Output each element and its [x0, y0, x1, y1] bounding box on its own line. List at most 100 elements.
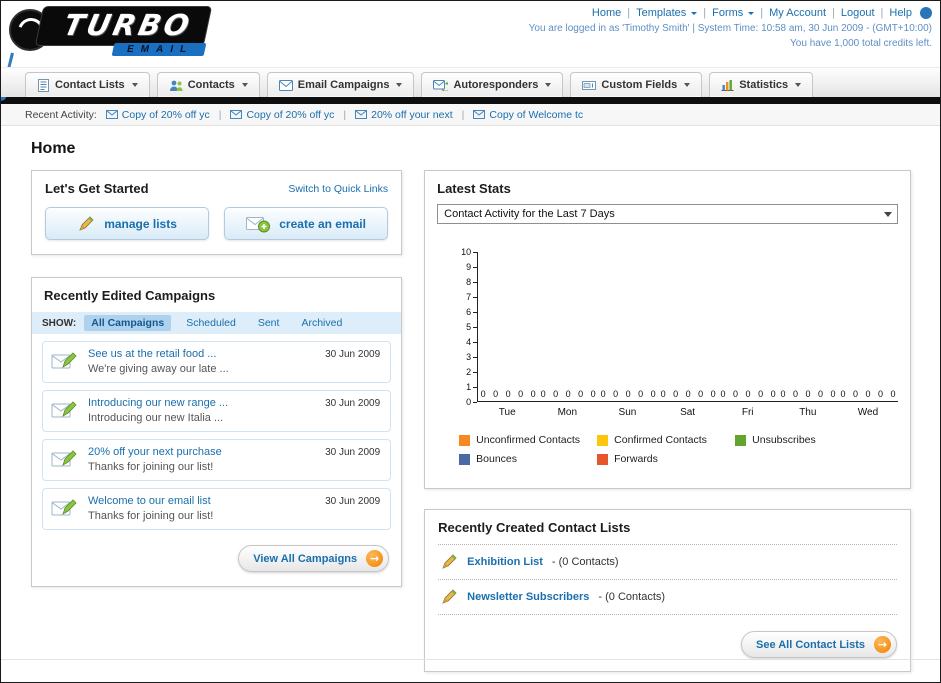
contact-list-count: - (0 Contacts)	[551, 556, 619, 568]
legend-item: Unconfirmed Contacts	[459, 434, 597, 446]
recent-activity-item[interactable]: 20% off your next	[355, 109, 453, 121]
x-tick-label: Tue	[498, 407, 516, 418]
create-email-button[interactable]: create an email	[224, 207, 389, 240]
tab-label: Statistics	[739, 79, 789, 91]
email-campaigns-icon	[278, 79, 293, 91]
header-links: Home | Templates | Forms | My Account | …	[529, 7, 932, 19]
header: TURBO EMAIL Home | Templates | Forms | M…	[1, 1, 940, 95]
bar-group-values: 0 0 0 0 0	[540, 389, 596, 399]
chevron-down-icon	[795, 83, 802, 87]
tab-label: Email Campaigns	[297, 79, 390, 91]
help-badge-icon[interactable]	[920, 7, 932, 19]
arrow-right-icon: →	[874, 636, 891, 653]
campaign-row[interactable]: See us at the retail food ... We're givi…	[42, 341, 392, 383]
recent-activity-bar: Recent Activity: Copy of 20% off yc | Co…	[1, 104, 940, 126]
tab-label: Custom Fields	[601, 79, 678, 91]
campaign-row[interactable]: Introducing our new range ... Introducin…	[42, 390, 392, 432]
switch-quick-links-link[interactable]: Switch to Quick Links	[288, 183, 388, 195]
contact-list-row[interactable]: Exhibition List - (0 Contacts)	[438, 545, 897, 580]
filter-scheduled[interactable]: Scheduled	[179, 315, 243, 331]
see-all-contact-lists-button[interactable]: See All Contact Lists →	[740, 631, 897, 658]
campaign-row[interactable]: Welcome to our email list Thanks for joi…	[42, 488, 392, 530]
get-started-panel: Let's Get Started Switch to Quick Links …	[31, 170, 403, 255]
link-my-account[interactable]: My Account	[769, 7, 826, 19]
campaign-date: 30 Jun 2009	[325, 496, 381, 507]
link-home[interactable]: Home	[592, 7, 621, 19]
link-templates-label: Templates	[636, 7, 687, 19]
tab-autoresponders[interactable]: Autoresponders	[421, 72, 564, 97]
recent-campaigns-title: Recently Edited Campaigns	[44, 288, 216, 303]
x-tick-label: Fri	[741, 407, 754, 418]
chevron-down-icon	[884, 211, 892, 217]
bar-group-values: 0 0 0 0 0	[660, 389, 716, 399]
campaign-edit-icon	[51, 450, 77, 467]
app-logo[interactable]: TURBO EMAIL	[1, 3, 259, 95]
logo-text: TURBO	[60, 8, 196, 42]
divider: |	[343, 108, 347, 121]
bar-group-values: 0 0 0 0 0	[720, 389, 776, 399]
chevron-down-icon	[131, 83, 138, 87]
recent-activity-item[interactable]: Copy of 20% off yc	[105, 109, 210, 121]
link-forms[interactable]: Forms	[712, 7, 755, 19]
divider: |	[218, 108, 222, 121]
campaign-filter-bar: SHOW: All Campaigns Scheduled Sent Archi…	[32, 312, 402, 334]
logo-subtext: EMAIL	[111, 43, 207, 56]
tab-statistics[interactable]: Statistics	[709, 72, 814, 97]
divider: |	[880, 7, 884, 19]
latest-stats-title: Latest Stats	[437, 181, 511, 196]
pencil-icon	[442, 554, 457, 569]
view-all-campaigns-label: View All Campaigns	[253, 552, 358, 565]
filter-sent[interactable]: Sent	[251, 315, 287, 331]
campaign-title: See us at the retail food ...	[88, 348, 217, 360]
tab-contact-lists[interactable]: Contact Lists	[25, 72, 150, 97]
legend-label: Forwards	[614, 453, 658, 465]
link-logout[interactable]: Logout	[841, 7, 875, 19]
filter-archived[interactable]: Archived	[294, 315, 349, 331]
legend-label: Unconfirmed Contacts	[476, 434, 581, 446]
tab-contacts[interactable]: Contacts	[156, 72, 260, 97]
chevron-down-icon	[241, 83, 248, 87]
chart-zeros-row: 0 0 0 0 0 0 0 0 0 0 0 0 0 0 0 0 0 0 0 0 0 0 …	[478, 389, 898, 399]
tab-label: Autoresponders	[453, 79, 539, 91]
contact-lists-icon	[38, 78, 49, 92]
campaign-row[interactable]: 20% off your next purchase Thanks for jo…	[42, 439, 392, 481]
campaign-title: Introducing our new range ...	[88, 397, 229, 409]
campaign-subtitle: We're giving away our late ...	[88, 363, 229, 375]
chevron-down-icon	[396, 83, 403, 87]
view-all-campaigns-button[interactable]: View All Campaigns →	[238, 545, 390, 572]
recent-campaigns-panel: Recently Edited Campaigns SHOW: All Camp…	[31, 277, 403, 587]
custom-fields-icon	[582, 80, 597, 90]
filter-all-campaigns[interactable]: All Campaigns	[84, 315, 172, 331]
recent-activity-item[interactable]: Copy of Welcome tc	[473, 109, 583, 121]
link-forms-label: Forms	[712, 7, 744, 19]
divider: |	[461, 108, 465, 121]
manage-lists-button[interactable]: manage lists	[45, 207, 210, 240]
chart-days-row: Tue Mon Sun Sat Fri Thu Wed	[477, 402, 898, 418]
tab-email-campaigns[interactable]: Email Campaigns	[266, 72, 415, 97]
bar-group-values: 0 0 0 0 0	[600, 389, 656, 399]
email-icon	[230, 110, 243, 119]
campaign-edit-icon	[51, 352, 77, 369]
chevron-down-icon	[748, 11, 755, 15]
link-help[interactable]: Help	[889, 7, 912, 19]
link-templates[interactable]: Templates	[636, 7, 698, 19]
recent-activity-item[interactable]: Copy of 20% off yc	[230, 109, 334, 121]
chevron-down-icon	[684, 83, 691, 87]
legend-swatch	[597, 434, 609, 446]
legend-item: Unsubscribes	[735, 434, 873, 446]
legend-swatch	[597, 453, 609, 465]
contact-list-row[interactable]: Newsletter Subscribers - (0 Contacts)	[438, 580, 897, 615]
contact-list-name[interactable]: Exhibition List	[467, 556, 543, 568]
tab-custom-fields[interactable]: Custom Fields	[570, 72, 703, 97]
contact-list-name[interactable]: Newsletter Subscribers	[467, 591, 589, 603]
tab-label: Contact Lists	[55, 79, 125, 91]
recent-activity-item-label: Copy of 20% off yc	[246, 108, 335, 121]
legend-label: Unsubscribes	[752, 434, 816, 446]
arrow-right-icon: →	[366, 550, 384, 567]
recent-activity-item-label: 20% off your next	[371, 108, 453, 121]
stats-period-select[interactable]: Contact Activity for the Last 7 Days	[437, 204, 898, 224]
recent-contact-lists-panel: Recently Created Contact Lists Exhibitio…	[424, 509, 911, 672]
recent-activity-label: Recent Activity:	[25, 108, 97, 121]
header-right: Home | Templates | Forms | My Account | …	[529, 7, 932, 49]
legend-item: Forwards	[597, 453, 735, 465]
